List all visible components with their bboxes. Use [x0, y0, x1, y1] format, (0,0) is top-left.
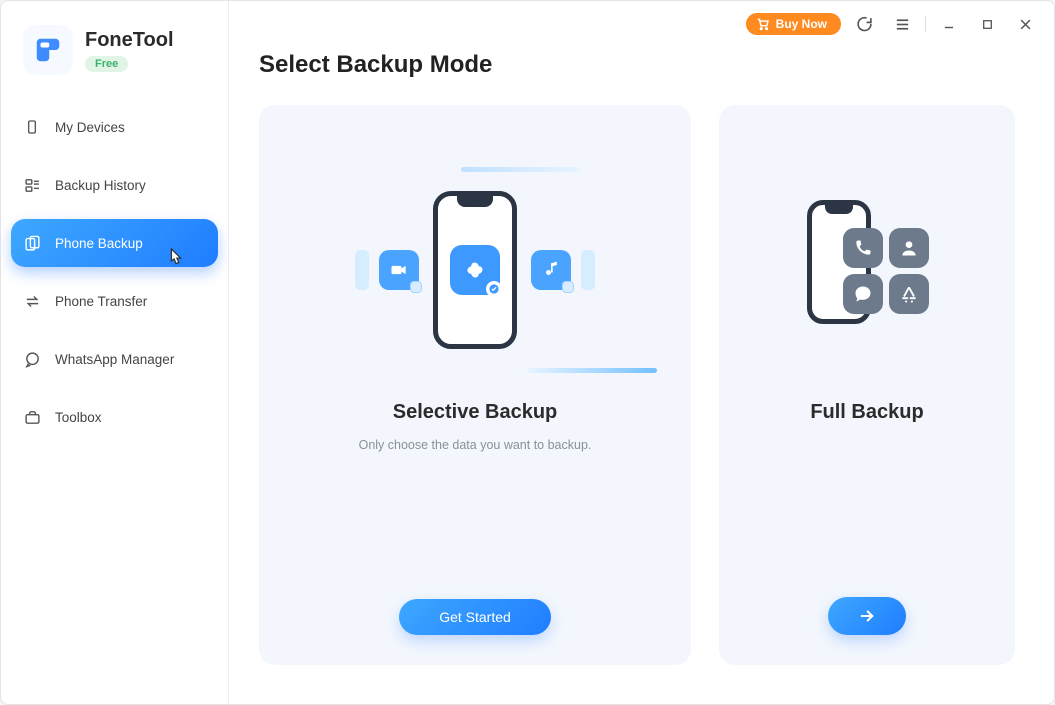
sidebar: FoneTool Free My Devices Backup History: [1, 1, 229, 704]
flank-decoration: [355, 250, 369, 290]
fan-tile-icon: [450, 245, 500, 295]
phone-app-icon: [843, 228, 883, 268]
buy-now-button[interactable]: Buy Now: [746, 13, 841, 35]
selective-backup-card[interactable]: Selective Backup Only choose the data yo…: [259, 105, 691, 665]
maximize-button[interactable]: [972, 9, 1002, 39]
cta-label: Get Started: [439, 609, 511, 625]
brand-column: FoneTool Free: [85, 29, 174, 72]
flank-decoration: [581, 250, 595, 290]
backup-icon: [23, 234, 41, 252]
check-badge-icon: [486, 281, 502, 297]
refresh-button[interactable]: [849, 9, 879, 39]
transfer-icon: [23, 292, 41, 310]
dash-decoration: [461, 167, 581, 172]
video-tile-icon: [379, 250, 419, 290]
menu-icon: [894, 16, 911, 33]
full-backup-button[interactable]: [828, 597, 906, 635]
logo-icon: [33, 35, 63, 65]
sidebar-item-backup-history[interactable]: Backup History: [11, 161, 218, 209]
arrow-right-icon: [858, 607, 876, 625]
app-logo: [23, 25, 73, 75]
maximize-icon: [981, 18, 994, 31]
minimize-icon: [942, 17, 956, 31]
main-content: Select Backup Mode: [229, 1, 1054, 704]
selective-subtitle: Only choose the data you want to backup.: [359, 438, 592, 452]
dash-decoration: [527, 368, 657, 373]
titlebar: Buy Now: [746, 1, 1054, 41]
buy-now-label: Buy Now: [776, 17, 827, 31]
phone-icon: [433, 191, 517, 349]
nav: My Devices Backup History Phone Backup P…: [1, 103, 228, 451]
app-window: Buy Now FoneTool Free: [0, 0, 1055, 705]
whatsapp-icon: [23, 350, 41, 368]
sidebar-item-phone-backup[interactable]: Phone Backup: [11, 219, 218, 267]
refresh-icon: [856, 16, 873, 33]
separator: [925, 16, 926, 32]
tier-badge: Free: [85, 56, 128, 72]
history-icon: [23, 176, 41, 194]
messages-app-icon: [843, 274, 883, 314]
close-icon: [1018, 17, 1033, 32]
get-started-button[interactable]: Get Started: [399, 599, 551, 635]
sidebar-item-label: Phone Backup: [55, 236, 143, 251]
cart-icon: [756, 17, 770, 31]
toolbox-icon: [23, 408, 41, 426]
device-icon: [23, 118, 41, 136]
brand-name: FoneTool: [85, 29, 174, 52]
selective-title: Selective Backup: [393, 401, 558, 424]
mode-cards: Selective Backup Only choose the data yo…: [259, 105, 1026, 665]
sidebar-item-label: My Devices: [55, 120, 125, 135]
music-tile-icon: [531, 250, 571, 290]
contact-app-icon: [889, 228, 929, 268]
page-title: Select Backup Mode: [259, 51, 1026, 79]
brand-row: FoneTool Free: [1, 25, 228, 83]
sidebar-item-label: Phone Transfer: [55, 294, 147, 309]
selective-illustration: [279, 145, 671, 395]
full-title: Full Backup: [810, 401, 923, 424]
sidebar-item-toolbox[interactable]: Toolbox: [11, 393, 218, 441]
full-backup-card[interactable]: Full Backup: [719, 105, 1015, 665]
close-button[interactable]: [1010, 9, 1040, 39]
sidebar-item-label: WhatsApp Manager: [55, 352, 174, 367]
menu-button[interactable]: [887, 9, 917, 39]
sidebar-item-phone-transfer[interactable]: Phone Transfer: [11, 277, 218, 325]
sidebar-item-label: Backup History: [55, 178, 146, 193]
minimize-button[interactable]: [934, 9, 964, 39]
appstore-app-icon: [889, 274, 929, 314]
full-illustration: [739, 145, 995, 395]
sidebar-item-label: Toolbox: [55, 410, 102, 425]
sidebar-item-whatsapp-manager[interactable]: WhatsApp Manager: [11, 335, 218, 383]
sidebar-item-my-devices[interactable]: My Devices: [11, 103, 218, 151]
